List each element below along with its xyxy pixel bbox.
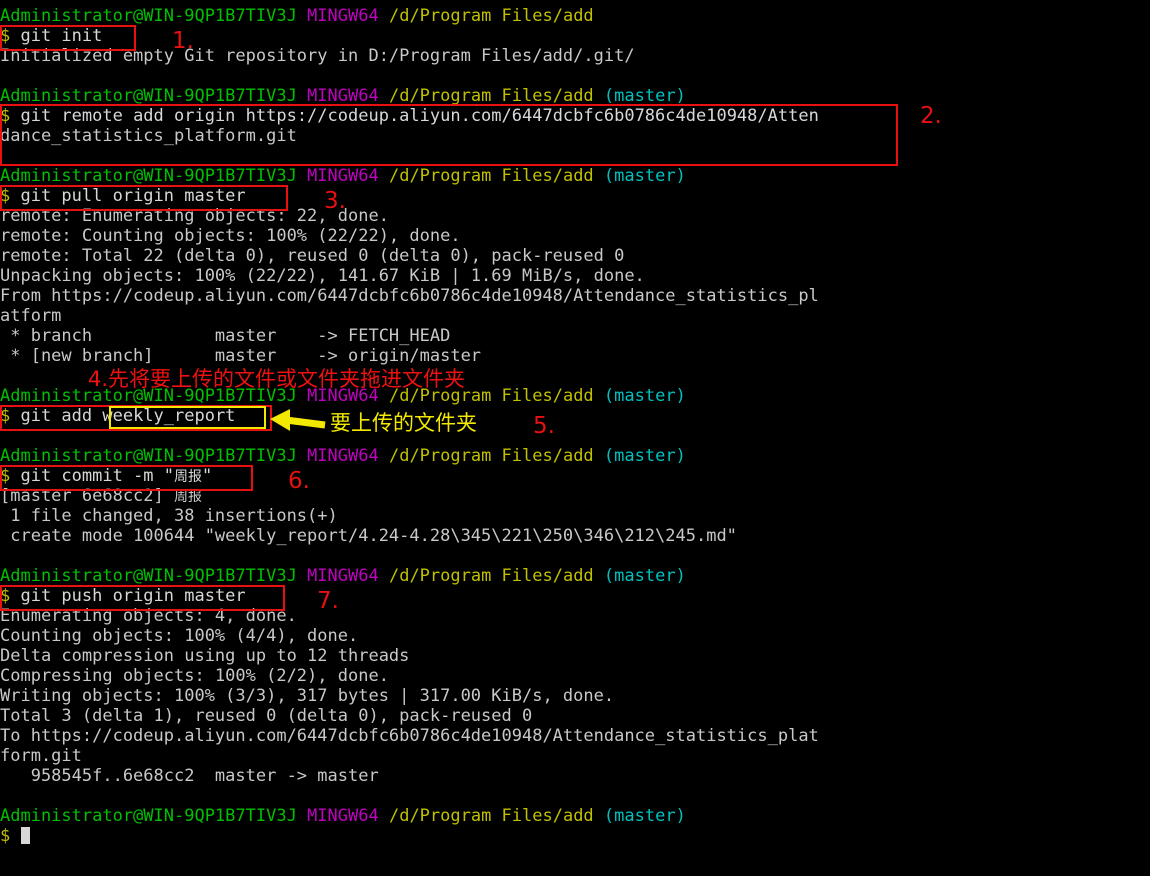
folder-pointer-arrow-icon bbox=[270, 409, 326, 431]
terminal-window[interactable]: Administrator@WIN-9QP1B7TIV3J MINGW64 /d… bbox=[0, 0, 1150, 876]
